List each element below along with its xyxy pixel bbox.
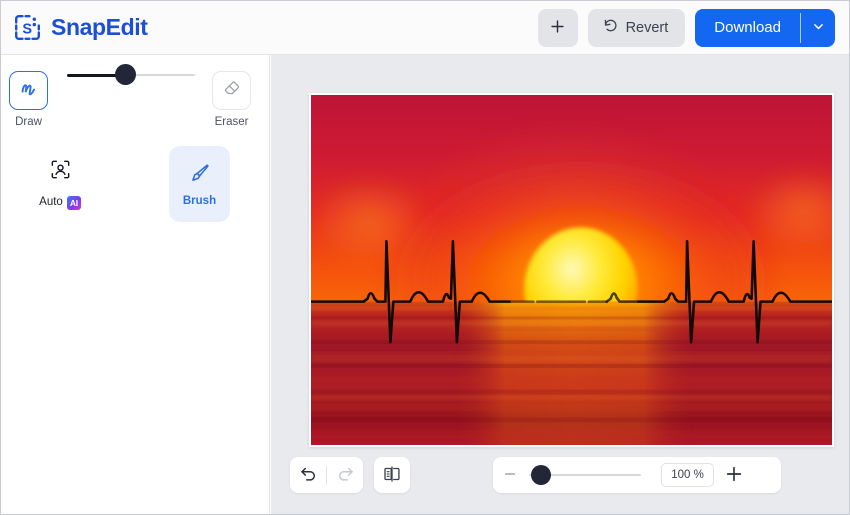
eraser-tool[interactable]: Eraser [212, 71, 251, 129]
revert-button[interactable]: Revert [587, 8, 686, 47]
draw-tool-label: Draw [15, 116, 42, 128]
brush-tool[interactable]: Brush [169, 146, 230, 222]
download-button[interactable]: Download [695, 9, 800, 47]
zoom-slider[interactable] [529, 457, 641, 493]
eraser-tool-label: Eraser [214, 116, 249, 128]
auto-tool-label: Auto [39, 196, 63, 209]
draw-tool-button[interactable] [9, 71, 48, 110]
zoom-out-button[interactable] [493, 457, 527, 493]
bottom-toolbar: 100 % [271, 451, 849, 514]
zoom-in-button[interactable] [714, 457, 754, 493]
draw-tool[interactable]: Draw [9, 71, 48, 129]
auto-tool[interactable]: Auto AI [32, 154, 88, 210]
brush-icon [188, 161, 212, 190]
ai-badge: AI [66, 196, 81, 210]
redo-button[interactable] [327, 457, 363, 493]
compare-split-icon [382, 464, 402, 487]
undo-arrow-icon [299, 464, 318, 486]
sunset-ecg-heartbeat-image[interactable] [311, 95, 832, 445]
eraser-tool-button[interactable] [212, 71, 251, 110]
auto-face-scan-icon [48, 157, 73, 187]
download-options-button[interactable] [801, 9, 835, 47]
redo-arrow-icon [336, 464, 355, 486]
download-split-button: Download [695, 8, 835, 47]
minus-icon [502, 466, 518, 485]
brush-size-slider[interactable] [67, 64, 195, 85]
tool-row-top: Draw Eraser [1, 64, 270, 151]
tools-sidebar: Draw Eraser Auto AI Brush [1, 55, 270, 514]
zoom-level-value[interactable]: 100 % [661, 463, 714, 487]
eraser-icon [222, 78, 242, 103]
svg-text:S: S [22, 21, 32, 37]
draw-scribble-icon [18, 78, 39, 104]
auto-tool-label-row: Auto AI [32, 196, 88, 210]
plus-icon [549, 18, 566, 38]
zoom-slider-thumb[interactable] [531, 465, 551, 485]
canvas-area [271, 55, 849, 514]
brand-name: SnapEdit [51, 14, 148, 40]
undo-button[interactable] [290, 457, 326, 493]
auto-tool-button[interactable] [32, 154, 88, 190]
zoom-control-bar: 100 % [493, 457, 781, 493]
compare-button[interactable] [374, 457, 410, 493]
image-frame [309, 93, 834, 447]
brand: S SnapEdit [13, 13, 148, 42]
brush-size-thumb[interactable] [115, 64, 136, 85]
revert-arrow-icon [602, 17, 619, 38]
add-image-button[interactable] [537, 8, 578, 47]
history-button-group [290, 457, 363, 493]
snapedit-logo-icon: S [13, 13, 42, 42]
revert-button-label: Revert [625, 19, 669, 36]
snapedit-app-window: S SnapEdit Revert Download Draw Eraser A… [0, 0, 850, 515]
brush-tool-label: Brush [182, 194, 217, 207]
chevron-down-icon [812, 20, 825, 36]
header-actions: Revert Download [537, 8, 835, 47]
download-divider [800, 12, 801, 43]
app-header: S SnapEdit Revert Download [1, 1, 849, 55]
plus-icon [724, 464, 744, 487]
